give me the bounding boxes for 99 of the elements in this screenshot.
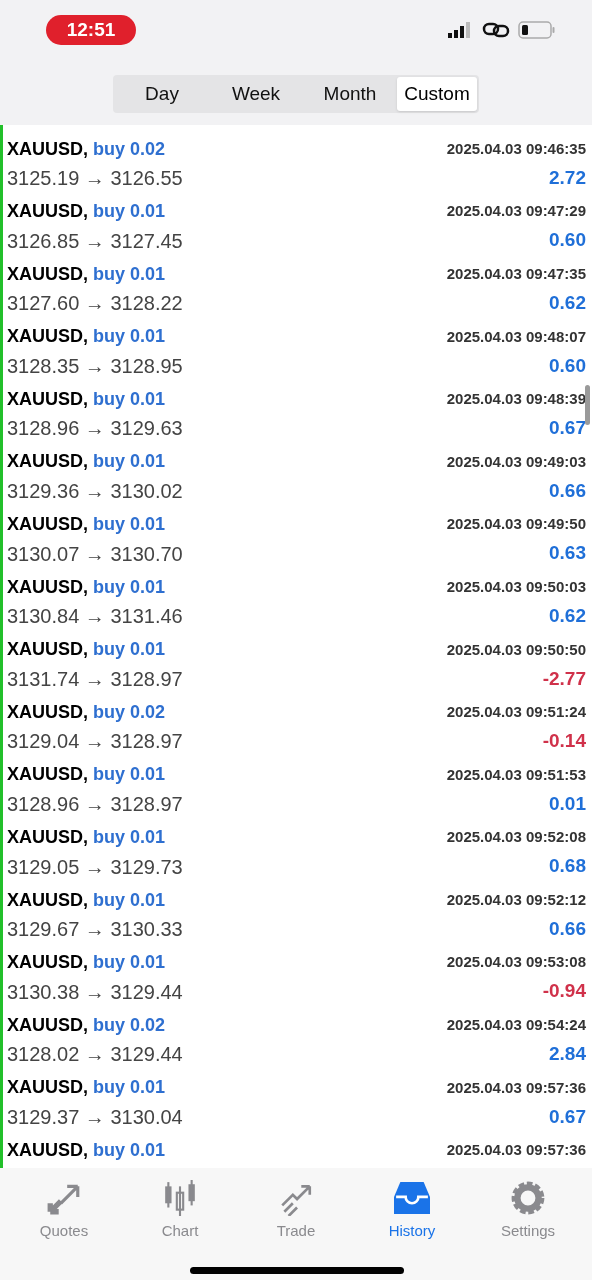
profit: -0.94 xyxy=(542,979,586,1004)
deal-time: 2025.04.03 09:47:35 xyxy=(446,263,586,284)
tab-bar-item[interactable]: Trade xyxy=(246,1180,346,1243)
tab-bar-item[interactable]: Settings xyxy=(478,1180,578,1243)
trade-side: buy 0.01 xyxy=(93,325,166,349)
trade-side: buy 0.01 xyxy=(93,888,166,912)
trade-side: buy 0.01 xyxy=(93,262,166,286)
trade-side: buy 0.01 xyxy=(93,200,166,224)
profit: 0.68 xyxy=(549,854,586,879)
deal-time: 2025.04.03 09:57:36 xyxy=(446,1077,586,1098)
scrollbar xyxy=(585,385,590,425)
symbol: XAUUSD, xyxy=(7,888,88,912)
trade-side: buy 0.02 xyxy=(93,1013,166,1037)
trade-side: buy 0.01 xyxy=(93,1139,166,1162)
profit: 0.67 xyxy=(549,1104,586,1129)
price-range: 3129.05 → 3129.73 xyxy=(7,854,183,880)
deal-time: 2025.04.03 09:50:50 xyxy=(446,639,586,660)
symbol: XAUUSD, xyxy=(7,387,88,411)
symbol: XAUUSD, xyxy=(7,763,88,787)
price-range: 3129.67 → 3130.33 xyxy=(7,917,183,943)
link-icon xyxy=(482,21,510,39)
deal-time: 2025.04.03 09:49:50 xyxy=(446,514,586,535)
tray-icon xyxy=(394,1180,430,1216)
deal-time: 2025.04.03 09:48:07 xyxy=(446,326,586,347)
profit: 2.72 xyxy=(549,165,586,190)
trade-side: buy 0.01 xyxy=(93,575,166,599)
trade-side: buy 0.02 xyxy=(93,700,166,724)
deal-time: 2025.04.03 09:51:53 xyxy=(446,764,586,785)
deal-time: 2025.04.03 09:50:03 xyxy=(446,576,586,597)
trade-side: buy 0.01 xyxy=(93,513,166,537)
symbol: XAUUSD, xyxy=(7,450,88,474)
price-range: 3131.74 → 3128.97 xyxy=(7,666,183,692)
candlestick-icon xyxy=(162,1180,198,1216)
symbol: XAUUSD, xyxy=(7,638,88,662)
profit: 0.67 xyxy=(549,416,586,441)
profit: 0.63 xyxy=(549,541,586,566)
tab-bar-item[interactable]: Quotes xyxy=(14,1180,114,1243)
price-range: 3126.85 → 3127.45 xyxy=(7,228,183,254)
symbol: XAUUSD, xyxy=(7,262,88,286)
tab-bar-item[interactable]: Chart xyxy=(130,1180,230,1243)
price-range: 3130.07 → 3130.70 xyxy=(7,541,183,567)
symbol: XAUUSD, xyxy=(7,1013,88,1037)
profit: 0.60 xyxy=(549,228,586,253)
period-tab[interactable]: Day xyxy=(115,77,209,111)
tab-bar-item[interactable]: History xyxy=(362,1180,462,1243)
symbol: XAUUSD, xyxy=(7,513,88,537)
profit: 0.62 xyxy=(549,603,586,628)
profit: 0.62 xyxy=(549,290,586,315)
profit: -0.14 xyxy=(542,729,586,754)
trade-side: buy 0.01 xyxy=(93,763,166,787)
period-tab[interactable]: Custom xyxy=(397,77,477,111)
symbol: XAUUSD, xyxy=(7,325,88,349)
price-range: 3127.60 → 3128.22 xyxy=(7,291,183,317)
deal-time: 2025.04.03 09:47:29 xyxy=(446,201,586,222)
symbol: XAUUSD, xyxy=(7,1139,88,1162)
symbol: XAUUSD, xyxy=(7,575,88,599)
symbol: XAUUSD, xyxy=(7,826,88,850)
profit: 0.66 xyxy=(549,916,586,941)
symbol: XAUUSD, xyxy=(7,700,88,724)
deal-time: 2025.04.03 09:52:12 xyxy=(446,889,586,910)
symbol: XAUUSD, xyxy=(7,200,88,224)
deal-time: 2025.04.03 09:53:08 xyxy=(446,952,586,973)
period-tab[interactable]: Week xyxy=(209,77,303,111)
price-range: 3128.35 → 3128.95 xyxy=(7,353,183,379)
price-range: 3129.37 → 3130.04 xyxy=(7,1104,183,1130)
price-range: 3129.36 → 3130.02 xyxy=(7,478,183,504)
trade-side: buy 0.01 xyxy=(93,638,166,662)
price-range: 3129.04 → 3128.97 xyxy=(7,729,183,755)
profit: 0.60 xyxy=(549,353,586,378)
price-range: 3128.02 → 3129.44 xyxy=(7,1042,183,1068)
price-range: 3130.84 → 3131.46 xyxy=(7,604,183,630)
deal-time: 2025.04.03 09:51:24 xyxy=(446,702,586,723)
deal-time: 2025.04.03 09:49:03 xyxy=(446,451,586,472)
deal-time: 2025.04.03 09:54:24 xyxy=(446,1015,586,1036)
trade-side: buy 0.02 xyxy=(93,137,166,161)
price-range: 3128.96 → 3129.63 xyxy=(7,416,183,442)
trade-side: buy 0.01 xyxy=(93,951,166,975)
period-tab[interactable]: Month xyxy=(303,77,397,111)
trade-side: buy 0.01 xyxy=(93,387,166,411)
symbol: XAUUSD, xyxy=(7,1076,88,1100)
trade-side: buy 0.01 xyxy=(93,826,166,850)
symbol: XAUUSD, xyxy=(7,137,88,161)
deal-time: 2025.04.03 09:57:36 xyxy=(446,1140,586,1161)
price-range: 3125.19 → 3126.55 xyxy=(7,166,183,191)
trade-side: buy 0.01 xyxy=(93,450,166,474)
price-range: 3130.38 → 3129.44 xyxy=(7,979,183,1005)
battery-icon xyxy=(518,21,556,39)
deal-time: 2025.04.03 09:48:39 xyxy=(446,389,586,410)
profit: 2.84 xyxy=(549,1042,586,1067)
trade-side: buy 0.01 xyxy=(93,1076,166,1100)
status-time: 12:51 xyxy=(46,15,136,45)
settings-icon xyxy=(510,1180,546,1216)
symbol: XAUUSD, xyxy=(7,951,88,975)
deal-time: 2025.04.03 09:46:35 xyxy=(446,138,586,159)
profit: 0.01 xyxy=(549,791,586,816)
price-range: 3128.96 → 3128.97 xyxy=(7,791,183,817)
profit: 0.66 xyxy=(549,478,586,503)
profit: -2.77 xyxy=(542,666,586,691)
deal-time: 2025.04.03 09:52:08 xyxy=(446,827,586,848)
